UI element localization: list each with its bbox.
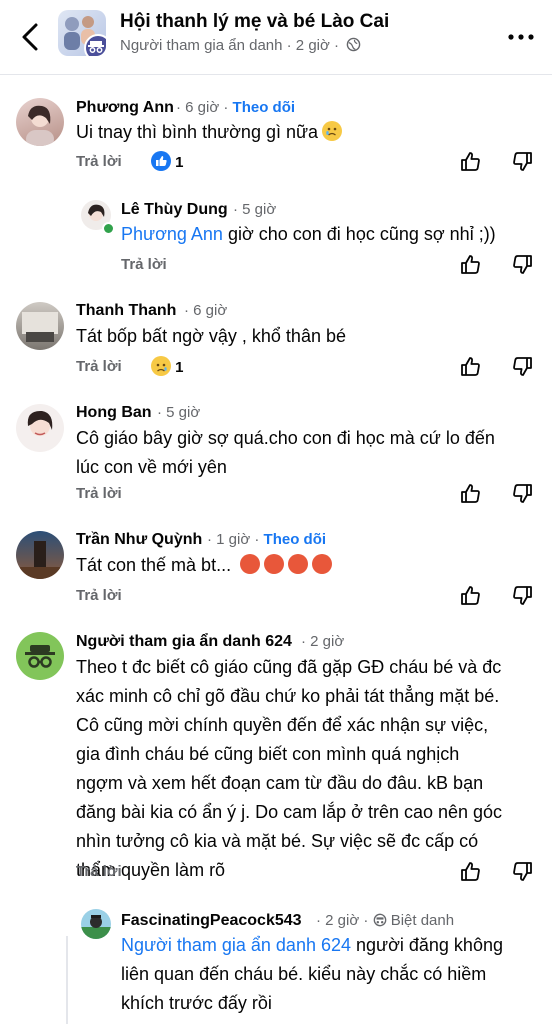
comment-time: · 1 giờ · [207,531,260,548]
dislike-icon[interactable] [511,151,533,173]
like-icon[interactable] [460,482,482,504]
avatar[interactable] [16,302,64,350]
comment-text: Phương Ann giờ cho con đi học cũng sợ nh… [121,224,496,244]
comment-text: Tát con thế mà bt... [76,551,333,580]
follow-button[interactable]: Theo dõi [233,99,296,116]
reaction-count[interactable]: 1 [151,356,184,376]
comment-time: · 2 giờ [301,633,345,650]
avatar[interactable] [16,404,64,452]
comment-author[interactable]: Phương Ann [76,99,174,117]
like-icon[interactable] [460,584,482,606]
group-title[interactable]: Hội thanh lý mẹ và bé Lào Cai [120,11,389,33]
comment-text: Tát bốp bất ngờ vậy , khổ thân bé [76,326,346,346]
mention-link[interactable]: Phương Ann [121,224,223,244]
comment-time: · 6 giờ [184,302,228,319]
comment-time: · 6 giờ · [176,99,229,116]
avatar[interactable] [16,531,64,579]
reaction-count[interactable]: 1 [151,151,184,171]
reply-button[interactable]: Trả lời [76,153,122,170]
crying-face-icon [322,121,343,141]
group-header: Hội thanh lý mẹ và bé Lào Cai Người tham… [0,0,552,75]
mention-link[interactable]: Người tham gia ẩn danh 624 [121,935,351,955]
like-icon[interactable] [460,355,482,377]
globe-icon [346,37,361,52]
comment-author[interactable]: Lê Thùy Dung [121,201,228,219]
angry-face-icon [240,554,261,574]
comment-meta: · 6 giờ · Theo dõi [176,99,295,116]
comment-author[interactable]: Người tham gia ẩn danh 624 [76,633,292,651]
post-meta-text: Người tham gia ẩn danh · 2 giờ · [120,37,339,54]
sad-reaction-icon [151,356,171,376]
nickname-badge-icon [373,913,386,927]
group-avatar[interactable] [58,10,106,56]
comment-time: · 2 giờ · [316,912,369,929]
comment-text: Cô giáo bây giờ sợ quá.cho con đi học mà… [76,428,495,477]
like-icon[interactable] [460,150,482,172]
angry-face-icon [288,554,309,574]
comment-text: Người tham gia ẩn danh 624 người đăng kh… [121,935,503,1013]
comment-author[interactable]: FascinatingPeacock543 [121,912,302,930]
comment-time: · 5 giờ [233,201,277,218]
online-status-dot [102,222,115,235]
more-options-icon[interactable] [508,34,534,40]
comment-text: Theo t đc biết cô giáo cũng đã gặp GĐ ch… [76,657,503,880]
avatar[interactable] [16,98,64,146]
back-arrow-icon[interactable] [18,22,44,52]
angry-face-icon [312,554,333,574]
dislike-icon[interactable] [511,356,533,378]
comment-author[interactable]: Trần Như Quỳnh [76,531,202,549]
like-icon[interactable] [460,860,482,882]
dislike-icon[interactable] [511,585,533,607]
dislike-icon[interactable] [511,254,533,276]
anonymous-badge-icon [84,34,106,56]
follow-button[interactable]: Theo dõi [264,531,327,548]
reply-button[interactable]: Trả lời [121,256,167,273]
angry-face-icon [264,554,285,574]
comment-author[interactable]: Thanh Thanh [76,302,176,320]
reply-button[interactable]: Trả lời [76,358,122,375]
thread-line [66,936,68,1024]
comment-time: · 5 giờ [157,404,201,421]
anonymous-avatar[interactable] [16,632,64,680]
post-meta: Người tham gia ẩn danh · 2 giờ · [120,37,361,54]
like-icon[interactable] [460,253,482,275]
comment-text: Ui tnay thì bình thường gì nữa [76,118,343,147]
like-reaction-icon [151,151,171,171]
nickname-label: Biệt danh [390,912,455,929]
avatar[interactable] [81,909,111,939]
reply-button[interactable]: Trả lời [76,587,122,604]
comment-meta: · 1 giờ · Theo dõi [207,531,326,548]
dislike-icon[interactable] [511,861,533,883]
comment-meta: · 2 giờ · Biệt danh [316,912,454,929]
reply-button[interactable]: Trả lời [76,485,122,502]
dislike-icon[interactable] [511,483,533,505]
reply-button[interactable]: Trả lời [76,863,122,880]
comment-author[interactable]: Hong Ban [76,404,152,422]
